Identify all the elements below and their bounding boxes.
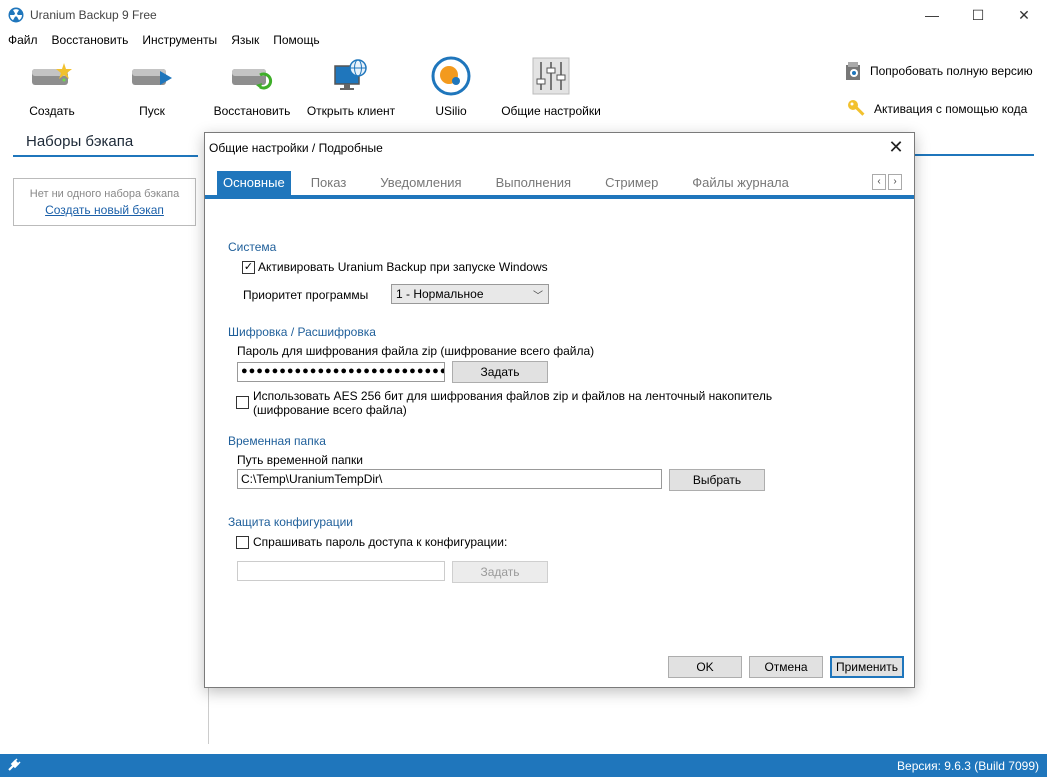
tab-notifications[interactable]: Уведомления: [366, 171, 475, 195]
create-label: Создать: [29, 104, 75, 118]
minimize-button[interactable]: —: [909, 0, 955, 30]
priority-value: 1 - Нормальное: [396, 287, 484, 301]
autostart-label: Активировать Uranium Backup при запуске …: [258, 260, 548, 274]
monitor-globe-icon: [329, 54, 373, 98]
settings-dialog: Общие настройки / Подробные ✕ Основные П…: [204, 132, 915, 688]
title-bar: Uranium Backup 9 Free — ☐ ✕: [0, 0, 1047, 30]
priority-label: Приоритет программы: [243, 288, 369, 302]
tab-executions[interactable]: Выполнения: [482, 171, 585, 195]
create-button[interactable]: Создать: [26, 54, 78, 124]
menu-file[interactable]: Файл: [4, 30, 42, 50]
try-full-label: Попробовать полную версию: [870, 64, 1033, 78]
aes-checkbox[interactable]: [236, 396, 249, 409]
usilio-icon: [429, 54, 473, 98]
apply-button[interactable]: Применить: [830, 656, 904, 678]
priority-select[interactable]: 1 - Нормальное ﹀: [391, 284, 549, 304]
maximize-button[interactable]: ☐: [955, 0, 1001, 30]
general-settings-label: Общие настройки: [501, 104, 601, 118]
general-tab-content: Система ✓ Активировать Uranium Backup пр…: [205, 199, 914, 619]
activate-code-link[interactable]: Активация с помощью кода: [846, 98, 1027, 120]
menu-tools[interactable]: Инструменты: [138, 30, 221, 50]
usilio-button[interactable]: USilio: [428, 54, 474, 124]
create-new-backup-link[interactable]: Создать новый бэкап: [14, 203, 195, 217]
config-password-input: [237, 561, 445, 581]
version-text: Версия: 9.6.3 (Build 7099): [897, 759, 1039, 773]
dialog-close-button[interactable]: ✕: [886, 137, 906, 157]
aes-label-line1: Использовать AES 256 бит для шифрования …: [253, 389, 773, 403]
radiation-icon: [8, 7, 24, 23]
tab-log-files[interactable]: Файлы журнала: [678, 171, 803, 195]
config-set-button: Задать: [452, 561, 548, 583]
zip-password-label: Пароль для шифрования файла zip (шифрова…: [237, 344, 595, 358]
menu-restore[interactable]: Восстановить: [48, 30, 133, 50]
tab-streamer[interactable]: Стример: [591, 171, 672, 195]
open-client-button[interactable]: Открыть клиент: [305, 54, 397, 124]
ok-button[interactable]: OK: [668, 656, 742, 678]
start-button[interactable]: Пуск: [126, 54, 178, 124]
start-label: Пуск: [139, 104, 165, 118]
key-icon: [846, 98, 868, 120]
tab-display[interactable]: Показ: [297, 171, 361, 195]
box-icon: [842, 60, 864, 82]
backup-sets-empty-box: Нет ни одного набора бэкапа Создать новы…: [13, 178, 196, 226]
set-password-button[interactable]: Задать: [452, 361, 548, 383]
open-client-label: Открыть клиент: [306, 104, 396, 118]
activate-label: Активация с помощью кода: [874, 102, 1028, 116]
temp-path-input[interactable]: C:\Temp\UraniumTempDir\: [237, 469, 662, 489]
ask-password-label: Спрашивать пароль доступа к конфигурации…: [253, 535, 508, 549]
general-settings-button[interactable]: Общие настройки: [499, 54, 603, 124]
sets-underline: [13, 155, 198, 157]
tab-general[interactable]: Основные: [217, 171, 291, 195]
temp-path-label: Путь временной папки: [237, 453, 363, 467]
ask-password-checkbox[interactable]: [236, 536, 249, 549]
system-heading: Система: [228, 240, 277, 254]
restore-button[interactable]: Восстановить: [212, 54, 292, 124]
restore-label: Восстановить: [213, 104, 291, 118]
aes-label-line2: (шифрование всего файла): [253, 403, 407, 417]
drive-new-icon: [30, 54, 74, 98]
temp-folder-heading: Временная папка: [228, 434, 326, 448]
chevron-down-icon: ﹀: [533, 291, 543, 302]
choose-folder-button[interactable]: Выбрать: [669, 469, 765, 491]
sliders-icon: [529, 54, 573, 98]
drive-play-icon: [130, 54, 174, 98]
cancel-button[interactable]: Отмена: [749, 656, 823, 678]
no-sets-text: Нет ни одного набора бэкапа: [29, 188, 180, 200]
try-full-version-link[interactable]: Попробовать полную версию: [842, 60, 1033, 82]
tab-next-button[interactable]: ›: [888, 174, 902, 190]
usilio-label: USilio: [435, 104, 467, 118]
autostart-checkbox[interactable]: ✓: [242, 261, 255, 274]
pane-divider: [208, 688, 209, 744]
backup-sets-title: Наборы бэкапа: [26, 133, 134, 150]
right-underline: [914, 154, 1034, 156]
zip-password-input[interactable]: ●●●●●●●●●●●●●●●●●●●●●●●●●●●●●●: [237, 362, 445, 382]
status-bar: Версия: 9.6.3 (Build 7099): [0, 754, 1047, 777]
encryption-heading: Шифровка / Расшифровка: [228, 325, 376, 339]
drive-restore-icon: [230, 54, 274, 98]
close-button[interactable]: ✕: [1001, 0, 1047, 30]
menu-language[interactable]: Язык: [227, 30, 263, 50]
tab-bar: Основные Показ Уведомления Выполнения Ст…: [217, 171, 809, 195]
tab-prev-button[interactable]: ‹: [872, 174, 886, 190]
plug-icon: [8, 758, 21, 771]
tab-scroll: ‹ ›: [870, 174, 902, 190]
menu-help[interactable]: Помощь: [269, 30, 323, 50]
window-title: Uranium Backup 9 Free: [30, 8, 157, 22]
dialog-title: Общие настройки / Подробные: [209, 141, 383, 155]
config-protection-heading: Защита конфигурации: [228, 515, 353, 529]
menu-bar: Файл Восстановить Инструменты Язык Помощ…: [0, 30, 1047, 50]
